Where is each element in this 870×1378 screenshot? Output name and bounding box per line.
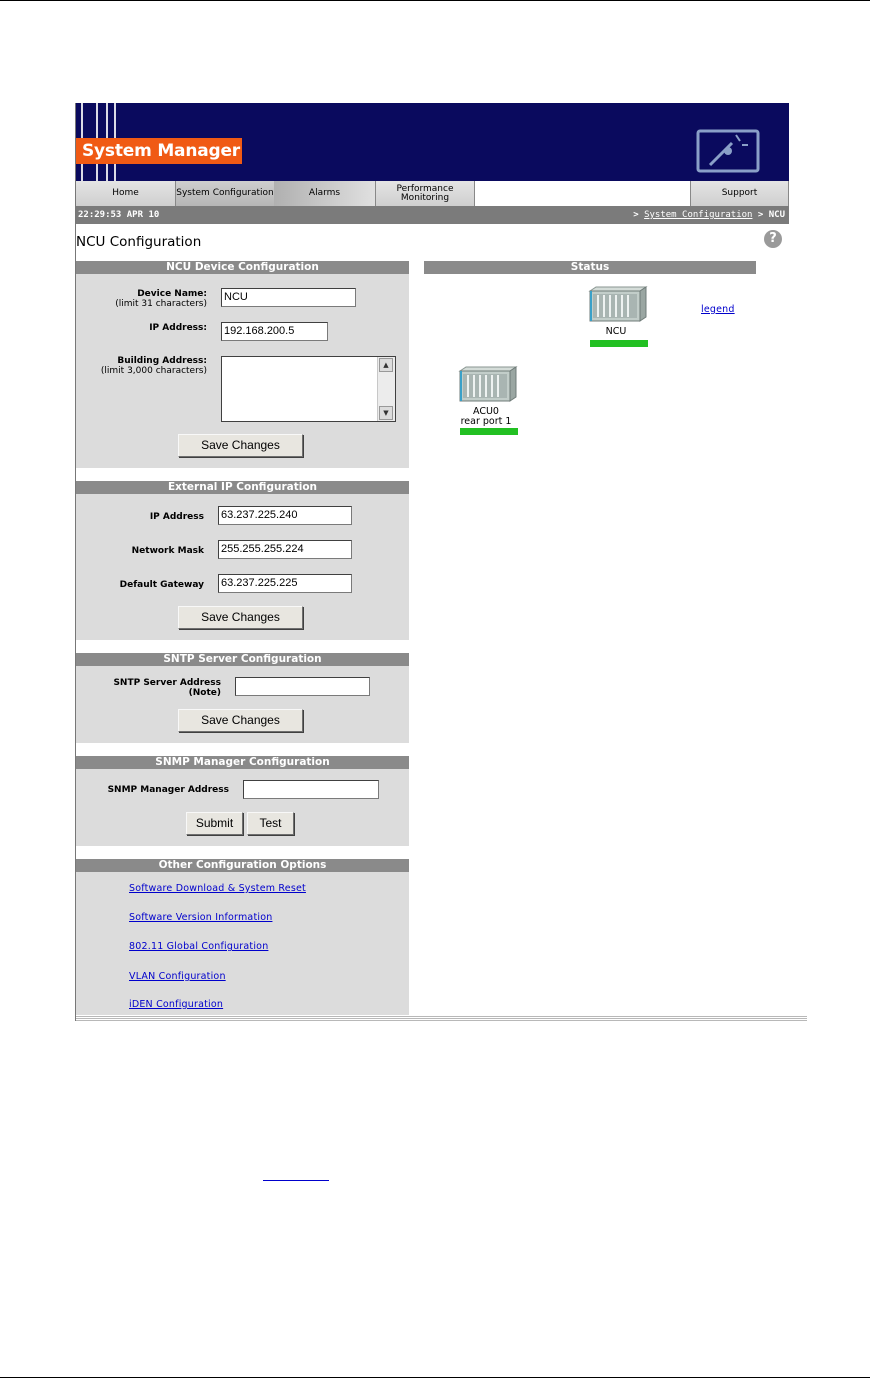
device-name-input[interactable]: NCU [221, 288, 356, 307]
device-sublabel: rear port 1 [460, 416, 512, 427]
panel-header: SNTP Server Configuration [76, 653, 409, 666]
snmp-manager-input[interactable] [243, 780, 379, 799]
chassis-icon [458, 366, 518, 402]
panel-header: NCU Device Configuration [76, 261, 409, 274]
link-80211-global[interactable]: 802.11 Global Configuration [129, 941, 268, 952]
snmp-panel: SNMP Manager Configuration SNMP Manager … [76, 756, 409, 846]
link-vlan-configuration[interactable]: VLAN Configuration [129, 971, 226, 982]
breadcrumb-current: NCU [768, 210, 785, 220]
snmp-manager-label: SNMP Manager Address [107, 785, 229, 795]
panel-header: Other Configuration Options [76, 859, 409, 872]
tab-system-configuration[interactable]: System Configuration [176, 181, 274, 206]
status-panel-header: Status [424, 261, 756, 274]
sntp-save-changes-button[interactable]: Save Changes [178, 709, 303, 732]
legend-link[interactable]: legend [701, 304, 735, 315]
link-software-download[interactable]: Software Download & System Reset [129, 883, 306, 894]
scroll-down-icon[interactable]: ▼ [379, 406, 393, 420]
link-iden-configuration[interactable]: iDEN Configuration [129, 999, 223, 1010]
header-banner: System Manager [76, 103, 789, 181]
device-label: NCU [605, 326, 627, 337]
default-gateway-label: Default Gateway [119, 580, 204, 590]
ncu-device-panel: NCU Device Configuration Device Name: (l… [76, 261, 409, 468]
snmp-submit-button[interactable]: Submit [186, 812, 243, 835]
external-ip-label: IP Address [149, 512, 204, 522]
device-acu0[interactable]: ACU0 rear port 1 [454, 365, 518, 435]
snmp-test-button[interactable]: Test [247, 812, 294, 835]
scroll-up-icon[interactable]: ▲ [379, 358, 393, 372]
breadcrumb: > System Configuration > NCU [633, 210, 785, 220]
underlined-link-fragment[interactable] [263, 1180, 329, 1181]
chassis-icon [588, 286, 648, 322]
status-indicator-bar [460, 428, 518, 435]
status-indicator-bar [590, 340, 648, 347]
tab-alarms[interactable]: Alarms [274, 181, 376, 206]
sntp-server-label: SNTP Server Address (Note) [113, 678, 221, 698]
textarea-scrollbar[interactable]: ▲ ▼ [377, 357, 395, 421]
other-options-panel: Other Configuration Options Software Dow… [76, 859, 409, 1015]
breadcrumb-system-configuration[interactable]: System Configuration [644, 210, 752, 220]
sntp-panel: SNTP Server Configuration SNTP Server Ad… [76, 653, 409, 743]
ip-address-input[interactable]: 192.168.200.5 [221, 322, 328, 341]
tab-performance-monitoring[interactable]: Performance Monitoring [376, 181, 475, 206]
external-ip-save-changes-button[interactable]: Save Changes [178, 606, 303, 629]
panel-header: SNMP Manager Configuration [76, 756, 409, 769]
default-gateway-input[interactable]: 63.237.225.225 [218, 574, 352, 593]
external-ip-panel: External IP Configuration IP Address 63.… [76, 481, 409, 640]
frame-bottom-shadow [76, 1015, 807, 1021]
clock-readout: 22:29:53 APR 10 [78, 210, 160, 220]
panel-header: External IP Configuration [76, 481, 409, 494]
page-top-rule [0, 0, 870, 1]
sntp-server-input[interactable] [235, 677, 370, 696]
external-ip-input[interactable]: 63.237.225.240 [218, 506, 352, 525]
ip-address-label: IP Address: [149, 323, 207, 333]
network-mask-input[interactable]: 255.255.255.224 [218, 540, 352, 559]
help-icon[interactable]: ? [764, 230, 782, 248]
nav-tabs: Home System Configuration Alarms Perform… [76, 181, 789, 206]
device-name-label: Device Name: (limit 31 characters) [115, 289, 207, 309]
system-manager-logo: System Manager [76, 138, 242, 164]
network-mask-label: Network Mask [131, 546, 204, 556]
device-ncu[interactable]: NCU [584, 285, 648, 347]
building-address-textarea[interactable]: ▲ ▼ [221, 356, 396, 422]
building-address-label: Building Address: (limit 3,000 character… [100, 356, 207, 376]
brand-monitor-icon [696, 129, 760, 173]
link-software-version[interactable]: Software Version Information [129, 912, 272, 923]
tab-home[interactable]: Home [76, 181, 176, 206]
page-title: NCU Configuration [76, 234, 202, 250]
browser-content: System Manager Home System Configuration… [76, 103, 789, 1015]
status-bar: 22:29:53 APR 10 > System Configuration >… [76, 206, 789, 224]
tab-support[interactable]: Support [690, 181, 789, 206]
ncu-save-changes-button[interactable]: Save Changes [178, 434, 303, 457]
